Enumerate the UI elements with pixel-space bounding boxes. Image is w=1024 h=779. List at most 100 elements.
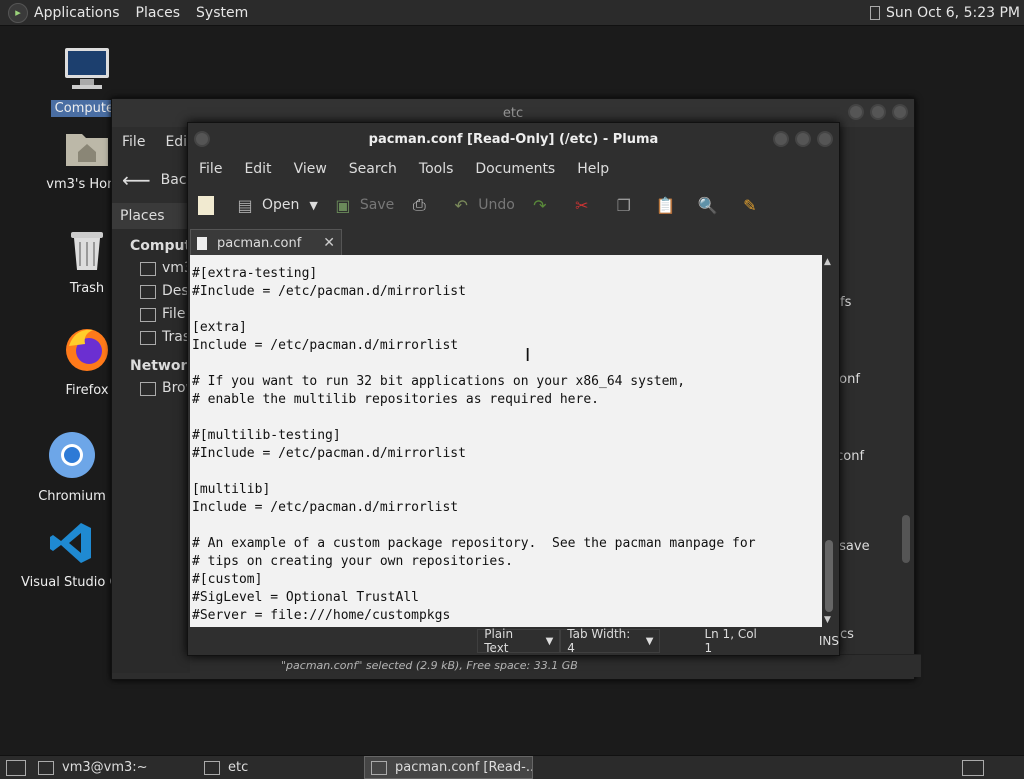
task-label: pacman.conf [Read-... [395,760,533,775]
file-list: efs conf .conf csave ecs [832,235,902,655]
sidebar-item-desktop[interactable]: Desktop [112,280,190,303]
menu-help[interactable]: Help [577,161,609,177]
maximize-button[interactable] [870,104,886,120]
tab-width-selector[interactable]: Tab Width: 4 ▼ [560,627,661,655]
open-icon: ▤ [237,195,253,215]
task-label: etc [228,760,249,775]
tab-width-label: Tab Width: 4 [567,627,631,655]
language-selector[interactable]: Plain Text ▼ [477,627,561,655]
menu-applications[interactable]: Applications [34,5,120,21]
menu-view[interactable]: View [294,161,327,177]
sidebar-item-label: vm3 [162,260,190,276]
paste-button[interactable]: 📋 [655,195,683,215]
scrollbar-thumb[interactable] [902,515,910,563]
pluma-title: pacman.conf [Read-Only] (/etc) - Pluma [368,131,659,147]
copy-button[interactable]: ❐ [613,195,641,215]
open-label: Open [262,197,300,213]
open-button[interactable]: ▤ Open ▼ [234,195,317,215]
file-manager-title: etc [502,105,524,121]
tab-pacman-conf[interactable]: pacman.conf ✕ [190,229,342,256]
cursor-position: Ln 1, Col 1 [704,627,757,655]
text-cursor-icon: I [525,345,531,366]
drive-icon [140,307,156,322]
scrollbar-thumb[interactable] [825,540,833,612]
replace-icon: ✎ [743,195,757,215]
top-panel: ▸ Applications Places System Sun Oct 6, … [0,0,1024,26]
undo-button[interactable]: ↶ Undo [450,195,515,215]
menu-edit[interactable]: Edit [244,161,271,177]
computer-icon [65,48,109,89]
editor-content[interactable]: #[extra-testing] #Include = /etc/pacman.… [190,255,822,625]
close-button[interactable] [817,131,833,147]
document-tabs: pacman.conf ✕ [188,227,839,256]
scroll-up-icon[interactable]: ▲ [824,257,831,267]
menu-places[interactable]: Places [136,5,181,21]
print-button[interactable]: ⎙ [408,195,436,215]
sidebar-item-trash[interactable]: Trash [112,326,190,349]
paste-icon: 📋 [655,195,676,215]
menu-documents[interactable]: Documents [475,161,555,177]
task-label: vm3@vm3:~ [62,760,148,775]
editor-scrollbar[interactable]: ▲ ▼ [823,255,835,627]
back-arrow-icon[interactable]: ⟵ [122,168,151,192]
task-file-manager[interactable]: etc [198,757,360,778]
sidebar-section-network: Network [130,358,197,374]
file-manager-status: "pacman.conf" selected (2.9 kB), Free sp… [267,654,921,677]
home-folder-icon [66,134,108,166]
close-tab-icon[interactable]: ✕ [323,235,335,251]
undo-label: Undo [478,197,515,213]
cut-button[interactable]: ✂ [571,195,599,215]
new-button[interactable] [198,195,220,215]
distro-logo-icon[interactable]: ▸ [8,2,28,23]
fm-menu-file[interactable]: File [122,134,145,150]
save-icon: ▣ [335,195,351,215]
places-header[interactable]: Places [112,203,190,229]
redo-button[interactable]: ↷ [529,195,557,215]
menu-system[interactable]: System [196,5,248,21]
pluma-window[interactable]: pacman.conf [Read-Only] (/etc) - Pluma F… [187,122,840,656]
menu-file[interactable]: File [199,161,222,177]
menu-search[interactable]: Search [349,161,397,177]
text-editor[interactable]: #[extra-testing] #Include = /etc/pacman.… [190,255,822,627]
file-manager-scrollbar[interactable] [900,235,912,653]
print-icon: ⎙ [412,195,426,214]
trash-icon [140,330,156,345]
clock[interactable]: Sun Oct 6, 5:23 PM [886,5,1020,21]
replace-button[interactable]: ✎ [739,195,767,215]
redo-icon: ↷ [533,195,547,215]
task-pluma[interactable]: pacman.conf [Read-... [364,756,533,779]
tab-label: pacman.conf [217,235,302,251]
sidebar-item-filesystem[interactable]: File System [112,303,190,326]
save-button[interactable]: ▣ Save [332,195,394,215]
sidebar-section-computer: Computer [130,238,208,254]
maximize-button[interactable] [795,131,811,147]
desktop-label-chromium: Chromium [38,489,106,504]
workspace-switcher-icon[interactable] [962,759,984,776]
save-label: Save [359,197,395,213]
chromium-icon [49,432,95,478]
sidebar-item-label: File System [162,306,190,322]
window-menu-button[interactable] [194,131,210,147]
sidebar-item-home[interactable]: vm3 [112,257,190,280]
minimize-button[interactable] [848,104,864,120]
pluma-statusbar: Plain Text ▼ Tab Width: 4 ▼ Ln 1, Col 1 … [188,627,839,655]
minimize-button[interactable] [773,131,789,147]
text-editor-icon [371,760,387,775]
open-dropdown-icon[interactable]: ▼ [309,199,317,212]
show-desktop-icon[interactable] [6,759,26,776]
menu-tools[interactable]: Tools [419,161,454,177]
taskbar: vm3@vm3:~ etc pacman.conf [Read-... [0,755,1024,779]
document-icon [197,236,207,250]
close-button[interactable] [892,104,908,120]
language-label: Plain Text [484,627,514,655]
task-terminal[interactable]: vm3@vm3:~ [32,757,194,778]
scroll-down-icon[interactable]: ▼ [824,615,831,625]
cut-icon: ✂ [575,195,589,215]
sidebar-item-browse-network[interactable]: Browse Network [112,377,190,400]
keyboard-indicator-icon[interactable] [870,5,881,20]
terminal-icon [38,760,54,775]
places-sidebar: Places Computer vm3 Desktop File System … [112,203,208,673]
pluma-titlebar[interactable]: pacman.conf [Read-Only] (/etc) - Pluma [188,123,839,155]
find-button[interactable]: 🔍 [697,195,725,215]
chevron-down-icon: ▼ [545,635,554,647]
